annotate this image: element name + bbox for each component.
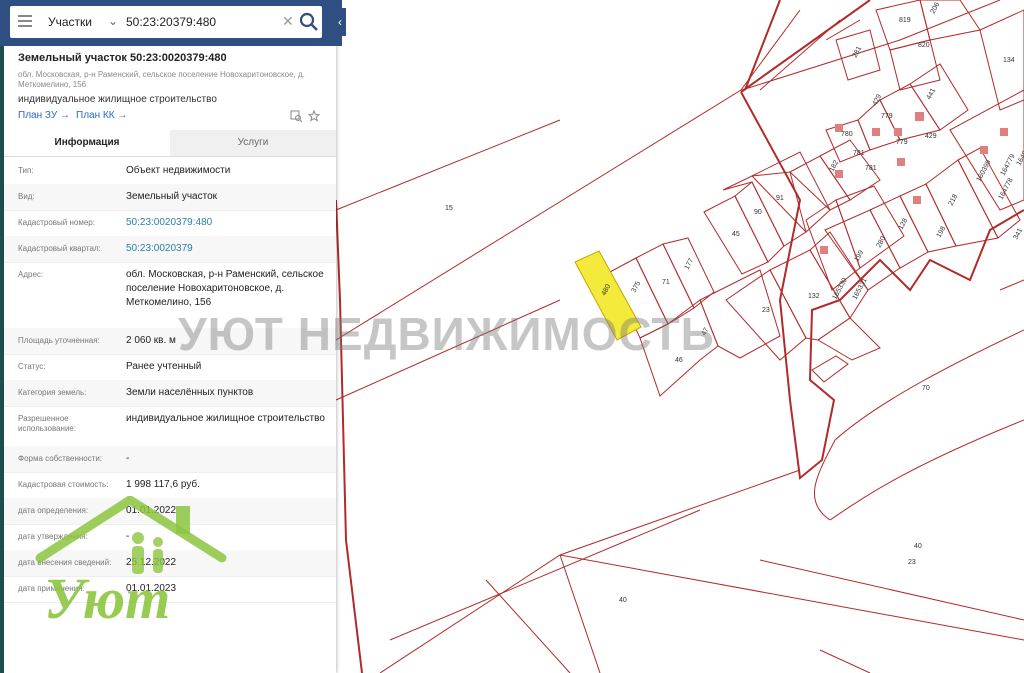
info-row-value: индивидуальное жилищное строительство (126, 413, 325, 424)
info-row-label: Форма собственности: (18, 454, 103, 463)
info-row-value: - (126, 453, 130, 464)
info-row-value: Ранее учтенный (126, 361, 202, 372)
parcel-number-label: 429 (925, 133, 937, 140)
uyut-logo: Уют (35, 496, 227, 631)
info-row-label: Площадь уточненная: (18, 336, 100, 345)
info-row-label: Кадастровый номер: (18, 218, 95, 227)
parcel-number-label: 40 (914, 543, 922, 550)
parcel-number-label: 820 (918, 42, 930, 49)
parcel-number-label: 23 (908, 559, 916, 566)
info-row-label: Категория земель: (18, 388, 87, 397)
collapse-panel-button[interactable]: ‹ (334, 8, 346, 36)
info-row: Разрешенное использование: индивидуальное… (4, 406, 336, 447)
info-row: Кадастровый квартал: 50:23:0020379 (4, 236, 336, 263)
watermark-text: УЮТ НЕДВИЖИМОСТЬ (178, 308, 715, 360)
parcel-number-label: 15 (445, 205, 453, 212)
search-input[interactable]: 50:23:20379:480 (126, 15, 216, 29)
search-box: Участки ⌄ 50:23:20379:480 ✕ (10, 6, 322, 38)
parcel-number-label: 90 (754, 209, 762, 216)
parcel-number-label: 780 (841, 131, 853, 138)
parcel-number-label: 40 (619, 597, 627, 604)
plan-kk-link[interactable]: План КК → (76, 110, 127, 121)
info-row: Вид: Земельный участок (4, 184, 336, 211)
parcel-title: Земельный участок 50:23:0020379:480 (18, 52, 227, 64)
tab-services[interactable]: Услуги (170, 130, 336, 156)
parcel-number-label: 819 (899, 17, 911, 24)
info-row: Категория земель: Земли населённых пункто… (4, 380, 336, 407)
search-icon[interactable] (298, 11, 320, 33)
parcel-address-subtitle: обл. Московская, р-н Раменский, сельское… (18, 70, 305, 89)
parcel-number-label: 134 (1003, 57, 1015, 64)
info-row-value: Земли населённых пунктов (126, 387, 254, 398)
info-row-label: Кадастровый квартал: (18, 244, 101, 253)
parcel-number-label: 132 (808, 293, 820, 300)
search-type-select[interactable]: Участки (48, 15, 92, 29)
parcel-number-label: 71 (662, 279, 670, 286)
parcel-number-label: 779 (896, 139, 908, 146)
info-row-label: Разрешенное использование: (18, 414, 77, 433)
parcel-purpose: индивидуальное жилищное строительство (18, 94, 217, 105)
info-row-value: 1 998 117,6 руб. (126, 479, 200, 490)
star-icon[interactable] (308, 110, 320, 122)
info-row-label: Вид: (18, 192, 35, 201)
info-row-value[interactable]: 50:23:0020379:480 (126, 216, 326, 230)
chevron-down-icon[interactable]: ⌄ (108, 14, 122, 28)
plan-zu-link[interactable]: План ЗУ → (18, 110, 70, 121)
info-row: Кадастровый номер: 50:23:0020379:480 (4, 210, 336, 237)
parcel-number-label: 91 (776, 195, 784, 202)
parcel-number-label: 779 (881, 113, 893, 120)
info-row: Кадастровая стоимость: 1 998 117,6 руб. (4, 472, 336, 499)
info-row-value: Земельный участок (126, 191, 218, 202)
parcel-number-label: 781 (853, 150, 865, 157)
info-row-label: Адрес: (18, 270, 44, 279)
parcel-number-label: 70 (922, 385, 930, 392)
info-row-label: Статус: (18, 362, 46, 371)
clear-icon[interactable]: ✕ (282, 13, 294, 30)
info-row-value: Объект недвижимости (126, 165, 231, 176)
parcel-number-label: 781 (865, 165, 877, 172)
info-row-value[interactable]: 50:23:0020379 (126, 242, 326, 256)
info-row-label: Кадастровая стоимость: (18, 480, 109, 489)
parcel-number-label: 23 (762, 307, 770, 314)
parcel-number-label: 45 (732, 231, 740, 238)
info-row-value: обл. Московская, р-н Раменский, сельское… (126, 269, 324, 308)
measure-icon[interactable] (290, 110, 302, 122)
menu-icon[interactable] (18, 15, 32, 29)
info-row: Форма собственности: - (4, 446, 336, 473)
panel-tabs: Информация Услуги (4, 130, 336, 157)
info-row: Тип: Объект недвижимости (4, 158, 336, 185)
search-header: Участки ⌄ 50:23:20379:480 ✕ ‹ (0, 0, 346, 46)
logo-text: Уют (44, 566, 170, 631)
tab-information[interactable]: Информация (4, 130, 170, 156)
info-row-label: Тип: (18, 166, 34, 175)
